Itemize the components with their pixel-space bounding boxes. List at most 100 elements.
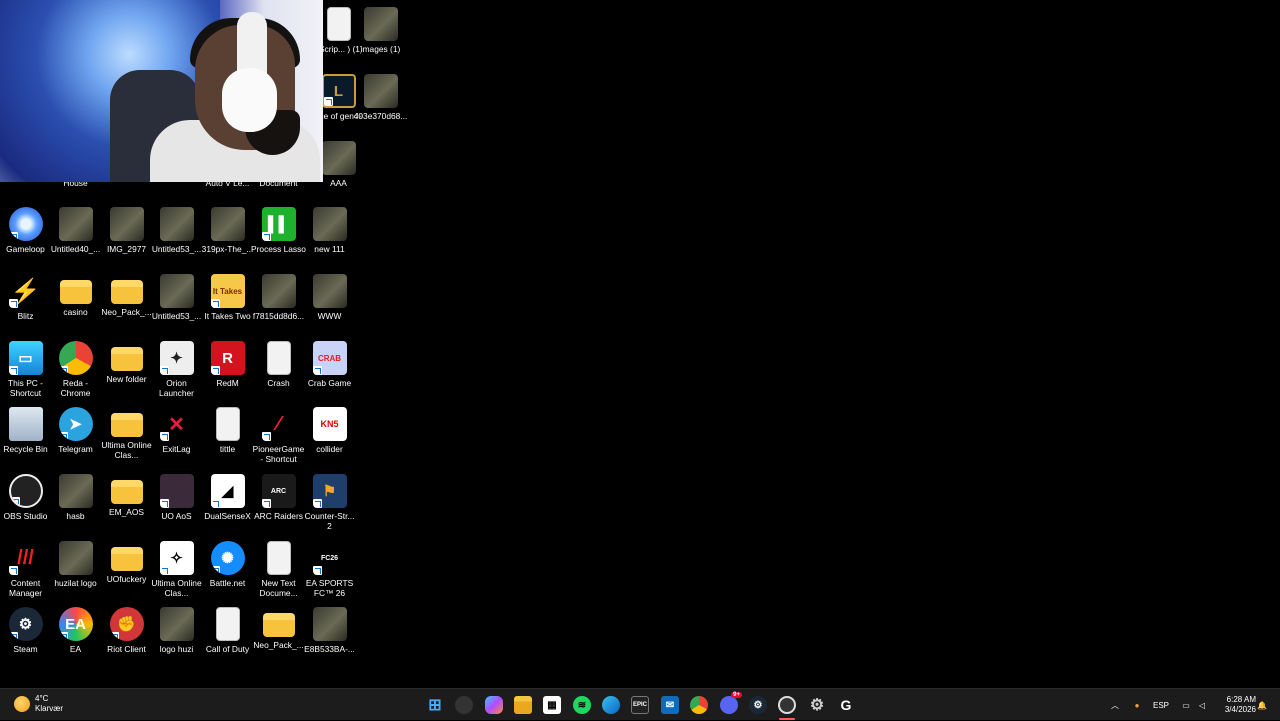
file-explorer-icon[interactable] [514,696,532,714]
weather-widget[interactable]: 4°C Klarvær [14,694,63,714]
desktop-icon[interactable]: Neo_Pack_... [253,605,304,672]
desktop-icon[interactable]: ▌▌ Process Lasso [251,205,306,272]
desktop-icon[interactable]: Untitled53_... [151,272,202,339]
desktop-icon[interactable]: huzilat logo [50,539,101,606]
shortcut-arrow-icon [210,566,220,575]
epic-games-icon[interactable]: EPIC [631,696,649,714]
desktop-icon[interactable]: IMG_2977 [101,205,152,272]
system-clock[interactable]: 6:28 AM 3/4/2026 [1216,695,1256,715]
desktop-icon[interactable]: New folder [101,339,152,406]
telegram-icon: ➤ [58,407,93,441]
desktop-icon-label: huzilat logo [54,578,97,588]
microphone-icon[interactable]: ● [1130,689,1144,721]
desktop-icon[interactable]: tittle [202,405,253,472]
weather-condition: Klarvær [35,704,64,713]
desktop-icon[interactable]: WWW [304,272,355,339]
desktop-icon[interactable]: Untitled53_... [151,205,202,272]
desktop-icon[interactable]: UO AoS [151,472,202,539]
desktop-icon[interactable]: Neo_Pack_... [101,272,152,339]
desktop-icon[interactable]: ARC ARC Raiders [253,472,304,539]
image-icon [58,541,93,575]
desktop-icon[interactable]: ✊ Riot Client [101,605,152,672]
desktop-icon[interactable]: Recycle Bin [0,405,51,472]
desktop-icon[interactable]: R RedM [202,339,253,406]
desktop-icon[interactable]: UOfuckery [101,539,152,606]
desktop-icon[interactable]: ✕ ExitLag [151,405,202,472]
desktop-icon[interactable]: new 111 [304,205,355,272]
desktop-icon-label: 403e370d68... [353,111,408,121]
desktop-icon[interactable]: images (1) [355,5,406,72]
spotify-icon[interactable]: ≋ [573,696,591,714]
desktop-icon[interactable]: Reda - Chrome [50,339,101,406]
shortcut-arrow-icon [312,499,322,508]
volume-icon[interactable]: ◁ [1196,689,1208,721]
desktop-icon-label: tittle [219,444,236,454]
desktop-icon[interactable]: ◢ DualSenseX [202,472,253,539]
desktop-icon[interactable]: OBS Studio [0,472,51,539]
desktop-icon[interactable]: KN5 collider [304,405,355,472]
desktop-icon-label: casino [63,307,88,317]
desktop-icon[interactable]: ▭ This PC - Shortcut [0,339,51,406]
desktop-icon[interactable]: f7815dd8d6... [253,272,304,339]
desktop-icon[interactable]: Crash [253,339,304,406]
desktop-icon[interactable]: logo huzi [151,605,202,672]
desktop-icon[interactable]: EA EA [50,605,101,672]
copilot-icon[interactable] [485,696,503,714]
desktop-icon[interactable]: ✦ Orion Launcher [151,339,202,406]
desktop-icon[interactable]: ⚑ Counter-Str... 2 [304,472,355,539]
desktop-icon[interactable]: FC26 EA SPORTS FC™ 26 [304,539,355,606]
logitech-g-hub-icon[interactable]: G [837,696,855,714]
desktop-icon[interactable]: /// Content Manager [0,539,51,606]
shortcut-arrow-icon [58,632,68,641]
redm-icon: R [210,341,245,375]
outlook-icon[interactable]: ✉ [661,696,679,714]
steam-icon[interactable]: ⚙ [749,696,767,714]
chrome-icon[interactable] [690,696,708,714]
desktop-icon[interactable]: hasb [50,472,101,539]
desktop-icon[interactable]: ⚙ Steam [0,605,51,672]
desktop: _Scrip... ) (1) images (1) Lgue of gends 40… [0,0,1280,688]
desktop-icon[interactable]: casino [50,272,101,339]
desktop-icon[interactable]: 319px-The_... [202,205,253,272]
show-hidden-icons-chevron-icon[interactable]: ︿ [1108,689,1122,721]
desktop-icon-label: UOfuckery [106,574,147,584]
exitlag-icon: ✕ [159,407,194,441]
desktop-icon-label: Counter-Str... 2 [304,511,355,531]
desktop-icon[interactable]: Untitled40_... [50,205,101,272]
desktop-icon[interactable]: Gameloop [0,205,51,272]
ea-fc-icon: FC26 [312,541,347,575]
desktop-icon[interactable]: New Text Docume... [253,539,304,606]
desktop-icon[interactable]: ⁄ PioneerGame - Shortcut [253,405,304,472]
desktop-icon[interactable]: EM_AOS [101,472,152,539]
image-icon [363,74,398,108]
weather-sun-icon [14,696,30,712]
image-icon [321,141,356,175]
desktop-icon-label: Steam [13,644,38,654]
start-icon[interactable]: ⊞ [426,696,444,714]
desktop-icon[interactable]: 403e370d68... [353,72,408,139]
clock-time: 6:28 AM [1226,695,1256,704]
desktop-icon[interactable]: ✧ Ultima Online Clas... [151,539,202,606]
language-indicator[interactable]: ESP [1150,689,1172,721]
desktop-icon[interactable]: Call of Duty [202,605,253,672]
store-icon[interactable]: ▦ [543,696,561,714]
discord-icon[interactable]: 9+ [720,692,742,714]
shortcut-arrow-icon [8,299,18,308]
desktop-icon[interactable]: Ultima Online Clas... [101,405,152,472]
desktop-icon-label: Content Manager [8,578,43,598]
desktop-icon[interactable]: ⚡ Blitz [0,272,51,339]
desktop-icon[interactable]: ✺ Battle.net [202,539,253,606]
task-view-icon[interactable] [455,696,473,714]
shortcut-arrow-icon [8,566,18,575]
desktop-icon[interactable]: E8B533BA-... [304,605,355,672]
desktop-icon-label: images (1) [360,44,401,54]
network-icon[interactable]: ▭ [1180,689,1192,721]
edge-icon[interactable] [602,696,620,714]
text-file-icon [215,407,240,441]
desktop-icon[interactable]: CRAB Crab Game [304,339,355,406]
notification-bell-icon[interactable]: 🔔 [1256,689,1268,721]
settings-icon[interactable]: ⚙ [808,696,826,714]
desktop-icon[interactable]: ➤ Telegram [50,405,101,472]
obs-recording-icon[interactable] [778,696,796,714]
desktop-icon[interactable]: It Takes It Takes Two [202,272,253,339]
